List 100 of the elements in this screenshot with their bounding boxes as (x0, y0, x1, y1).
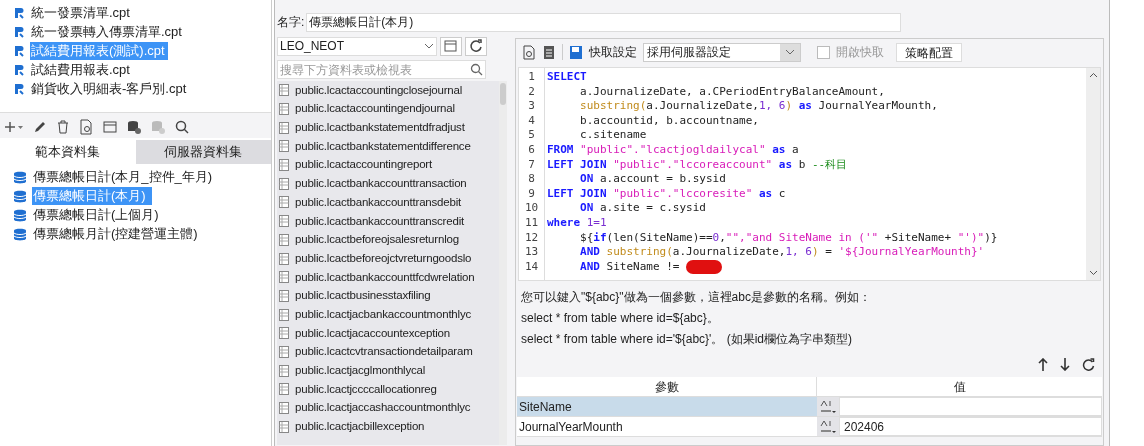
table-item[interactable]: public.lcactjacaccountexception (295, 324, 450, 342)
dataset-item[interactable]: 傳票總帳日計(本月_控件_年月) (32, 168, 214, 186)
dataset-tab[interactable]: 伺服器資料集 (135, 140, 271, 164)
table-icon (279, 215, 289, 228)
column-header: 參數 (517, 377, 817, 396)
table-icon (279, 289, 289, 302)
line-number: 7 (528, 157, 535, 173)
hint-text: select * from table where id=${abc}。 (521, 310, 720, 327)
value-field[interactable]: 202406 (839, 417, 1102, 436)
table-item[interactable]: public.lcactbankaccounttransdebit (295, 193, 461, 212)
table-icon (279, 327, 289, 340)
code-line: where 1=1 (547, 215, 608, 231)
file-item[interactable]: 統一發票清單.cpt (30, 4, 131, 22)
dataset-item[interactable]: 傳票總帳日計(上個月) (32, 206, 160, 224)
save-icon[interactable] (569, 44, 583, 60)
line-number: 11 (524, 215, 539, 231)
table-item[interactable]: public.lcactjaccashaccountmonthlyc (295, 399, 471, 417)
table-item[interactable]: public.lcactbeforeojctvreturngoodslo (295, 249, 472, 268)
report-file-icon (14, 83, 24, 95)
database-icon (14, 189, 26, 203)
table-icon (279, 103, 289, 116)
table-icon (279, 159, 289, 172)
table-item[interactable]: public.lcactbeforeojsalesreturnlog (295, 231, 459, 249)
arrow-down-icon[interactable] (1060, 358, 1070, 371)
table-icon (279, 402, 289, 415)
arrow-up-icon[interactable] (1038, 358, 1048, 371)
table-icon (279, 383, 289, 396)
cache-dropdown[interactable]: 採用伺服器設定 (643, 42, 801, 62)
table-icon (279, 233, 289, 246)
table-item[interactable]: public.lcactbankaccounttfcdwrelation (295, 268, 475, 286)
add-icon[interactable] (4, 121, 24, 133)
chevron-down-icon (424, 43, 434, 49)
report-file-icon (14, 7, 24, 19)
line-number: 14 (524, 259, 539, 275)
code-line: ON a.account = b.sysid (579, 172, 727, 187)
table-icon (279, 364, 289, 377)
type-selector[interactable] (817, 417, 839, 436)
scroll-up-icon[interactable] (1088, 72, 1098, 78)
report-file-icon (14, 45, 24, 57)
code-line: b.accountid, b.accountname, (579, 113, 760, 129)
table-item[interactable]: public.lcactjccccallocationreg (295, 380, 437, 398)
table-item[interactable]: public.lcactbankstatementdifference (295, 137, 471, 156)
strategy-button[interactable]: 策略配置 (896, 42, 962, 62)
line-number: 1 (528, 70, 535, 85)
table-item[interactable]: public.lcactjacbankaccountmonthlyc (295, 305, 472, 324)
hint-text: select * from table where id='${abc}'。 (如果id欄位為字串類型) (521, 331, 854, 348)
database-icon[interactable] (126, 119, 142, 135)
table-item[interactable]: public.lcactaccountingreport (295, 156, 432, 174)
table-item[interactable]: public.lcactaccountingendjournal (295, 100, 455, 118)
refresh-button[interactable] (465, 36, 487, 56)
code-line: substring(a.JournalizeDate,1, 6) as JournalYearMounth, (579, 99, 939, 114)
line-number: 6 (528, 142, 535, 158)
table-icon (279, 140, 289, 153)
code-line: FROM "public"."lcactjogldailycal" as a (547, 142, 800, 158)
table-item[interactable]: public.lcactbankaccounttranscredit (295, 212, 464, 230)
enable-cache-label: 開啟快取 (836, 44, 884, 61)
code-line: c.sitename (579, 128, 648, 143)
table-item[interactable]: public.lcactjacglmonthlycal (295, 362, 426, 380)
scrollbar-thumb[interactable] (500, 83, 506, 105)
line-number: 2 (528, 84, 535, 100)
table-item[interactable]: public.lcactjacbillexception (295, 418, 425, 436)
pencil-icon[interactable] (32, 119, 48, 135)
trash-icon[interactable] (56, 119, 70, 135)
preview-icon[interactable] (78, 119, 94, 135)
table-item[interactable]: public.lcactbankstatementdfradjust (295, 119, 465, 137)
file-item[interactable]: 銷貨收入明細表-客戶別.cpt (30, 80, 188, 98)
table-icon (279, 84, 289, 97)
code-line: SELECT (547, 70, 588, 85)
name-field[interactable]: 傳票總帳日計(本月) (306, 12, 902, 32)
refresh-icon[interactable] (1082, 358, 1095, 371)
table-item[interactable]: public.lcactaccountingclosejournal (295, 81, 463, 99)
preview-icon[interactable] (522, 44, 536, 60)
search-icon[interactable] (174, 119, 190, 135)
document-icon[interactable] (542, 44, 556, 60)
type-selector[interactable] (817, 397, 839, 416)
column-header: 值 (952, 378, 967, 396)
file-item[interactable]: 統一發票轉入傳票清單.cpt (30, 23, 183, 41)
table-item[interactable]: public.lcactcvtransactiondetailparam (295, 343, 473, 361)
table-icon (279, 420, 289, 433)
table-item[interactable]: public.lcactbusinesstaxfiling (295, 287, 431, 305)
redaction-mark (686, 260, 723, 274)
connection-dropdown[interactable]: LEO_NEOT (277, 36, 437, 56)
line-number: 3 (528, 99, 535, 114)
table-icon (279, 177, 289, 190)
file-item[interactable]: 試結費用報表.cpt (30, 61, 131, 79)
code-line: LEFT JOIN "public"."lccoresite" as c (547, 186, 787, 202)
dataset-item[interactable]: 傳票總帳月計(控建營運主體) (32, 225, 199, 243)
code-line: ON a.site = c.sysid (579, 201, 707, 216)
value-field[interactable] (839, 397, 1102, 416)
table-cell[interactable]: SiteName (517, 397, 817, 416)
code-line: LEFT JOIN "public"."lccoreaccount" as b --科目 (547, 157, 849, 173)
chevron-down-icon (785, 49, 795, 55)
scroll-down-icon[interactable] (1088, 270, 1098, 276)
line-number: 5 (528, 128, 535, 143)
table-cell[interactable]: JournalYearMounth (517, 417, 817, 436)
edit-table-icon[interactable] (102, 119, 118, 135)
table-icon (279, 252, 289, 265)
table-icon (279, 345, 289, 358)
table-item[interactable]: public.lcactbankaccounttransaction (295, 175, 467, 193)
database-icon (14, 227, 26, 241)
